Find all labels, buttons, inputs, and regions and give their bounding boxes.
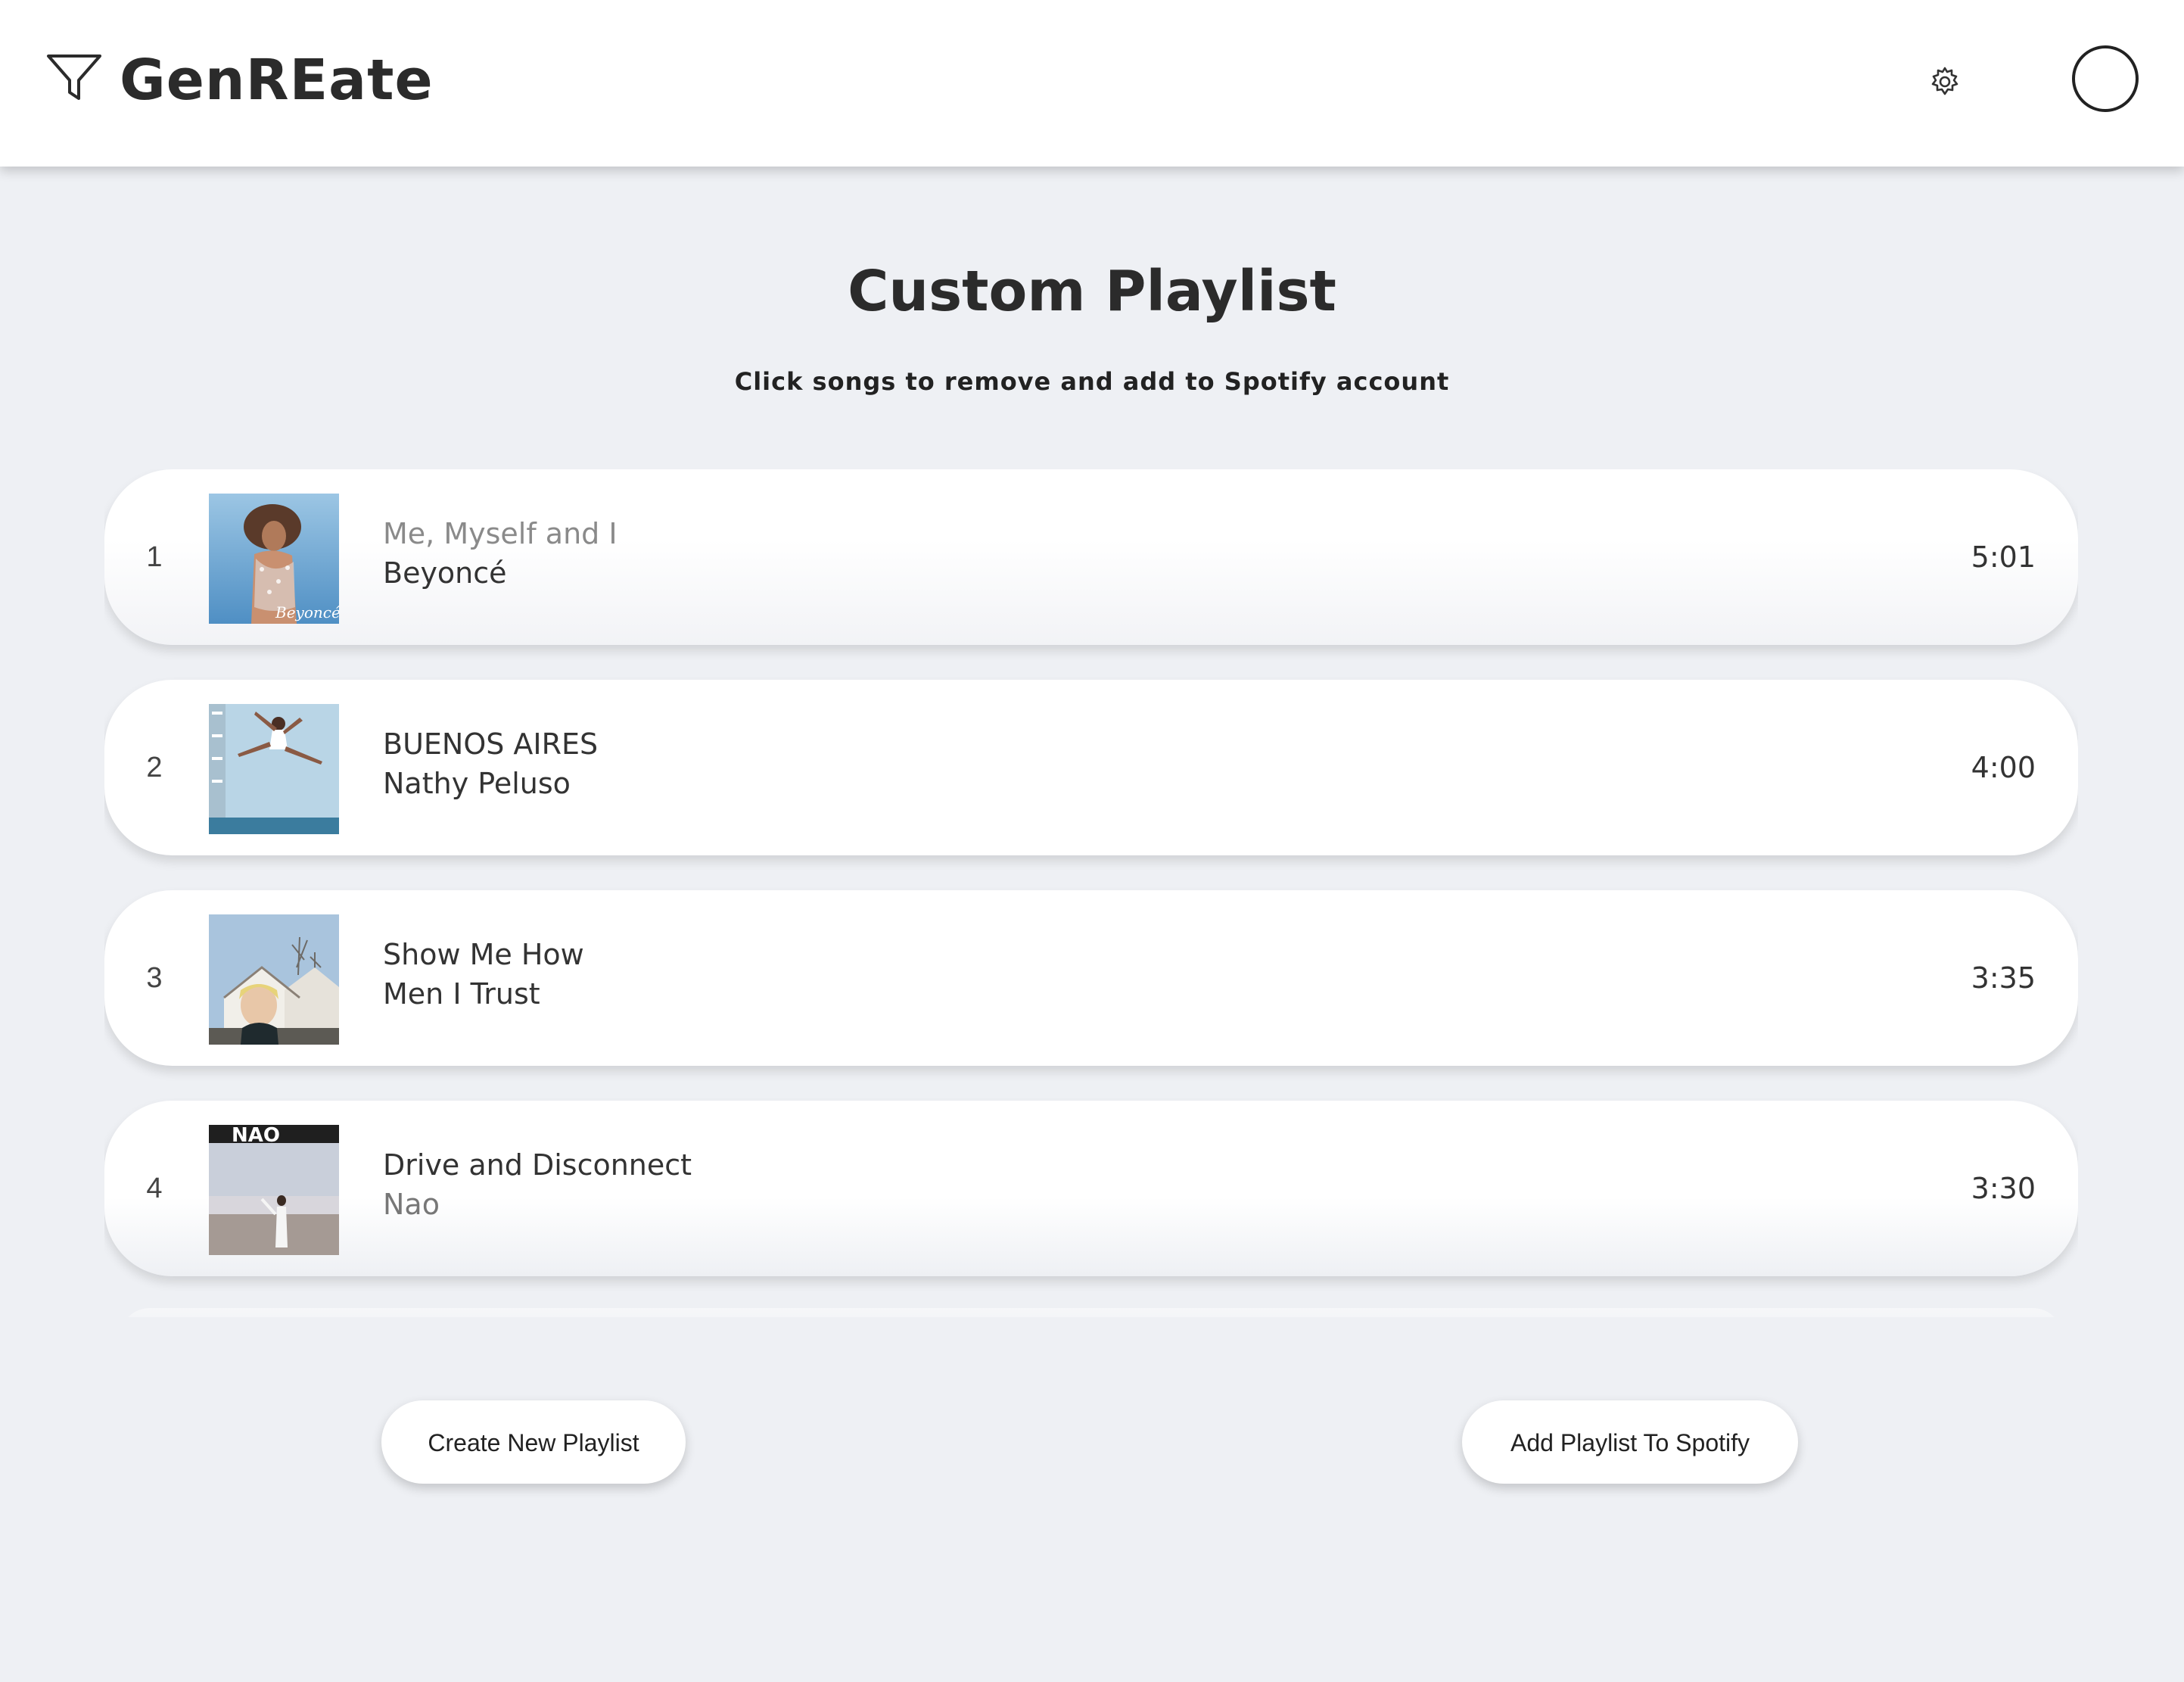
song-number: 3: [146, 962, 163, 994]
song-title: Show Me How: [383, 938, 584, 971]
song-artist: Beyoncé: [383, 556, 507, 590]
add-playlist-to-spotify-button[interactable]: Add Playlist To Spotify: [1462, 1400, 1798, 1484]
album-cover: [209, 704, 339, 834]
song-row[interactable]: 3 Show Me How Men I Trust 3:35: [104, 890, 2078, 1066]
song-title: Drive and Disconnect: [383, 1148, 692, 1182]
page-title: Custom Playlist: [848, 259, 1336, 324]
song-artist: Men I Trust: [383, 977, 540, 1011]
song-title: BUENOS AIRES: [383, 727, 599, 761]
album-cover: NAO: [209, 1125, 339, 1255]
song-number: 1: [146, 541, 163, 573]
profile-avatar[interactable]: [2072, 45, 2139, 112]
funnel-filter-icon[interactable]: [45, 53, 103, 103]
song-duration: 3:30: [1971, 1172, 2036, 1205]
app-header: GenREate: [0, 0, 2184, 167]
create-new-playlist-button[interactable]: Create New Playlist: [381, 1400, 686, 1484]
song-duration: 3:35: [1971, 961, 2036, 995]
gear-icon[interactable]: [1928, 65, 1962, 98]
cover-text: Beyoncé: [275, 603, 339, 621]
page-subtitle: Click songs to remove and add to Spotify…: [734, 367, 1450, 396]
song-number: 4: [146, 1173, 163, 1204]
album-cover: Beyoncé: [209, 494, 339, 624]
song-number: 2: [146, 752, 163, 783]
playlist-list: 1 Beyoncé Me, Myself and I Beyoncé 5:01 …: [104, 469, 2078, 1317]
song-artist: Nathy Peluso: [383, 767, 571, 800]
partial-song-row[interactable]: [120, 1308, 2063, 1317]
song-duration: 4:00: [1971, 751, 2036, 784]
song-artist: Nao: [383, 1188, 440, 1221]
song-row[interactable]: 4 NAO Drive and Disconnect Nao 3:30: [104, 1101, 2078, 1276]
song-title: Me, Myself and I: [383, 517, 618, 550]
album-cover: [209, 914, 339, 1045]
song-duration: 5:01: [1971, 540, 2036, 574]
app-title[interactable]: GenREate: [120, 44, 434, 117]
song-row[interactable]: 2 BUENOS AIRES Nathy Peluso 4:00: [104, 680, 2078, 855]
song-row[interactable]: 1 Beyoncé Me, Myself and I Beyoncé 5:01: [104, 469, 2078, 645]
